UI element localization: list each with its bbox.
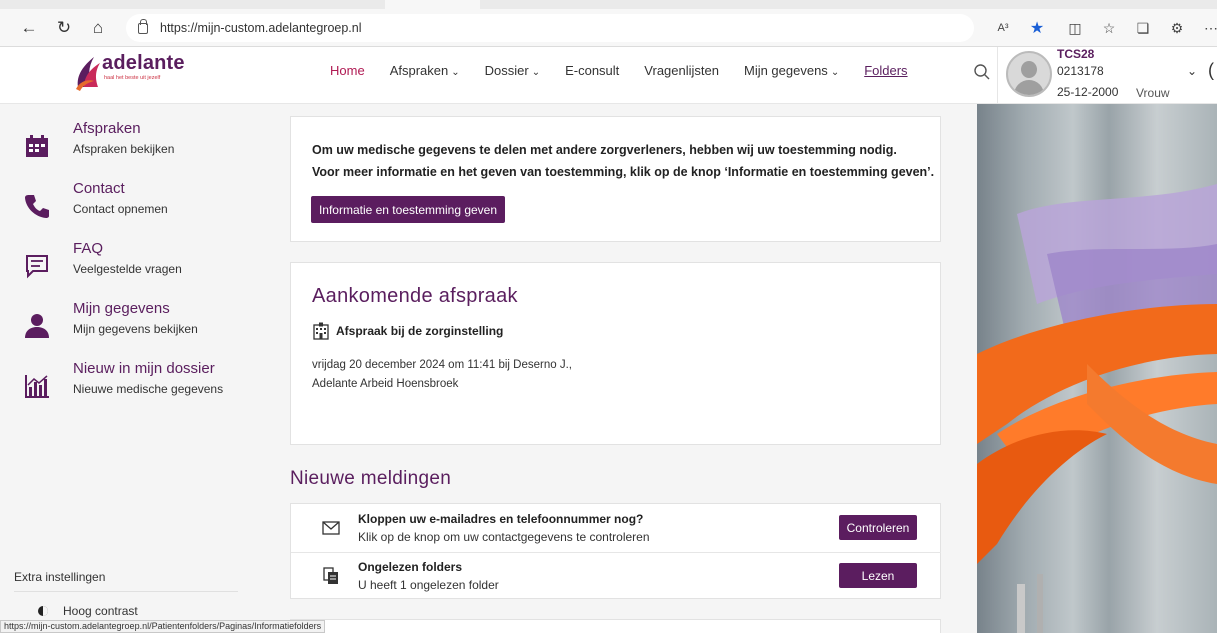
- extensions-icon[interactable]: ⚙: [1166, 17, 1188, 39]
- appointment-title: Aankomende afspraak: [312, 285, 518, 307]
- hospital-icon: [313, 322, 329, 340]
- active-tab[interactable]: [385, 0, 480, 9]
- mail-icon: [321, 518, 341, 538]
- address-bar[interactable]: https://mijn-custom.adelantegroep.nl: [126, 14, 974, 42]
- read-folders-button[interactable]: Lezen: [839, 563, 917, 588]
- notification-title: Kloppen uw e-mailadres en telefoonnummer…: [358, 512, 644, 526]
- favorite-star-icon[interactable]: ★: [1026, 17, 1048, 39]
- high-contrast-toggle[interactable]: Hoog contrast: [38, 604, 138, 618]
- extra-settings-heading: Extra instellingen: [14, 570, 106, 584]
- consent-line-1: Om uw medische gegevens te delen met and…: [312, 143, 897, 157]
- high-contrast-label: Hoog contrast: [63, 604, 138, 618]
- nav-home[interactable]: Home: [330, 63, 365, 78]
- nav-dossier-label: Dossier: [484, 63, 529, 78]
- browser-toolbar: ← ↻ ⌂ https://mijn-custom.adelantegroep.…: [0, 0, 1217, 47]
- sidebar-item-title: Mijn gegevens: [73, 300, 170, 317]
- nav-afspraken-label: Afspraken: [389, 63, 449, 78]
- tab-strip: [0, 0, 1217, 9]
- next-card: [290, 619, 941, 633]
- sidebar-item-title: Contact: [73, 180, 125, 197]
- nav-folders[interactable]: Folders: [864, 63, 907, 78]
- decorative-chairs-image: [977, 104, 1217, 633]
- nav-gegevens-label: Mijn gegevens: [743, 63, 828, 78]
- check-contact-button[interactable]: Controleren: [839, 515, 917, 540]
- appointment-type: Afspraak bij de zorginstelling: [312, 322, 503, 340]
- refresh-icon[interactable]: ↻: [53, 17, 75, 39]
- folders-icon: [321, 566, 341, 586]
- chairs-illustration: [977, 104, 1217, 633]
- calendar-icon: [23, 120, 51, 172]
- notification-item: Ongelezen folders U heeft 1 ongelezen fo…: [291, 552, 941, 600]
- user-gender: Vrouw: [1136, 86, 1170, 100]
- notification-subtitle: Klik op de knop om uw contactgegevens te…: [358, 530, 650, 544]
- site-header: adelante haal het beste uit jezelf Home …: [0, 47, 1217, 104]
- collections-icon[interactable]: ❏: [1132, 17, 1154, 39]
- favorites-list-icon[interactable]: ☆: [1098, 17, 1120, 39]
- sidebar-item-mijn-gegevens[interactable]: Mijn gegevens Mijn gegevens bekijken: [23, 300, 243, 352]
- phone-icon: [23, 180, 51, 232]
- chevron-down-icon: ⌄: [830, 67, 840, 78]
- chevron-down-icon: ⌄: [531, 67, 541, 78]
- sidebar-item-faq[interactable]: FAQ Veelgestelde vragen: [23, 240, 243, 292]
- chart-icon: [23, 360, 51, 412]
- appointment-type-label: Afspraak bij de zorginstelling: [336, 324, 504, 338]
- adelante-logo[interactable]: adelante haal het beste uit jezelf: [74, 51, 214, 91]
- nav-vragenlijsten[interactable]: Vragenlijsten: [644, 63, 719, 78]
- read-aloud-icon[interactable]: A³: [992, 17, 1014, 39]
- logo-flame-icon: [76, 57, 100, 91]
- lock-icon[interactable]: [138, 18, 148, 34]
- chevron-down-icon: ⌄: [451, 67, 460, 78]
- sidebar-item-title: FAQ: [73, 240, 104, 257]
- nav-dossier[interactable]: Dossier ⌄: [485, 63, 540, 78]
- notification-title: Ongelezen folders: [358, 560, 463, 574]
- consent-card: Om uw medische gegevens te delen met and…: [290, 116, 941, 242]
- sidebar-item-subtitle: Veelgestelde vragen: [73, 262, 182, 276]
- sidebar: Afspraken Afspraken bekijken Contact Con…: [0, 104, 250, 633]
- person-icon: [23, 300, 51, 352]
- search-icon[interactable]: [973, 63, 991, 81]
- home-icon[interactable]: ⌂: [87, 17, 109, 39]
- logo-tagline: haal het beste uit jezelf: [104, 75, 161, 81]
- consent-text: Om uw medische gegevens te delen met and…: [312, 139, 952, 183]
- divider: [14, 591, 238, 592]
- split-screen-icon[interactable]: ◫: [1064, 17, 1086, 39]
- sidebar-item-title: Nieuw in mijn dossier: [73, 360, 215, 377]
- sidebar-item-subtitle: Mijn gegevens bekijken: [73, 322, 198, 336]
- sidebar-item-subtitle: Nieuwe medische gegevens: [73, 382, 224, 396]
- contrast-icon: [38, 606, 48, 616]
- user-dob: 25-12-2000: [1057, 85, 1119, 99]
- appointment-datetime: vrijdag 20 december 2024 om 11:41 bij De…: [312, 359, 572, 371]
- user-menu[interactable]: TCS28 0213178 25-12-2000 Vrouw ⌄ (: [997, 47, 1217, 104]
- sidebar-item-subtitle: Contact opnemen: [73, 202, 168, 216]
- sidebar-item-title: Afspraken: [73, 120, 141, 137]
- back-icon[interactable]: ←: [18, 17, 40, 39]
- more-icon[interactable]: ⋯: [1200, 17, 1217, 39]
- appointment-card: Aankomende afspraak Afspraak bij de zorg…: [290, 262, 941, 445]
- main-navigation: Home Afspraken ⌄ Dossier ⌄ E-consult Vrage…: [330, 63, 933, 78]
- sidebar-item-subtitle: Afspraken bekijken: [73, 142, 175, 156]
- logo-wordmark: adelante: [102, 52, 185, 74]
- consent-line-2: Voor meer informatie en het geven van to…: [312, 165, 935, 179]
- notifications-card: Kloppen uw e-mailadres en telefoonnummer…: [290, 503, 941, 599]
- user-id: 0213178: [1057, 64, 1104, 78]
- nav-econsult[interactable]: E-consult: [565, 63, 619, 78]
- sidebar-item-contact[interactable]: Contact Contact opnemen: [23, 180, 243, 232]
- user-name: TCS28: [1057, 47, 1095, 61]
- sidebar-item-afspraken[interactable]: Afspraken Afspraken bekijken: [23, 120, 243, 172]
- nav-afspraken[interactable]: Afspraken ⌄: [390, 63, 460, 78]
- avatar: [1006, 51, 1052, 97]
- notification-item: Kloppen uw e-mailadres en telefoonnummer…: [291, 504, 941, 552]
- appointment-location: Adelante Arbeid Hoensbroek: [312, 378, 459, 390]
- nav-mijn-gegevens[interactable]: Mijn gegevens ⌄: [744, 63, 839, 78]
- status-bar-url: https://mijn-custom.adelantegroep.nl/Pat…: [0, 620, 326, 633]
- main-content: Om uw medische gegevens te delen met and…: [250, 104, 977, 633]
- notification-subtitle: U heeft 1 ongelezen folder: [358, 578, 499, 592]
- sidebar-item-nieuw-in-dossier[interactable]: Nieuw in mijn dossier Nieuwe medische ge…: [23, 360, 243, 412]
- partial-icon: (: [1208, 60, 1214, 80]
- chat-icon: [23, 240, 51, 292]
- notifications-title: Nieuwe meldingen: [290, 468, 452, 489]
- url-text: https://mijn-custom.adelantegroep.nl: [160, 21, 362, 35]
- chevron-down-icon[interactable]: ⌄: [1187, 64, 1197, 78]
- consent-button[interactable]: Informatie en toestemming geven: [311, 196, 505, 223]
